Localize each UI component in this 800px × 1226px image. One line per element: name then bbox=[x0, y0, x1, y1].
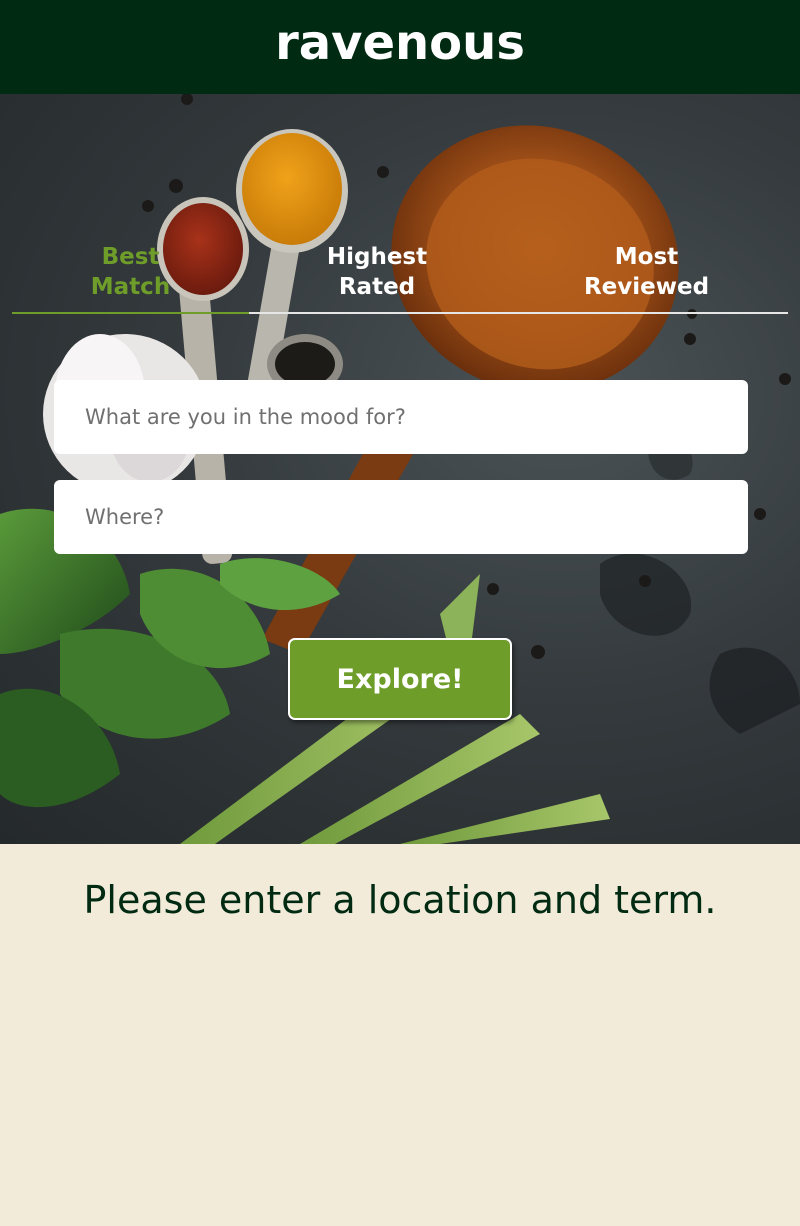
status-message: Please enter a location and term. bbox=[83, 878, 717, 922]
tab-highest-rated[interactable]: Highest Rated bbox=[249, 239, 505, 314]
search-term-input[interactable] bbox=[54, 380, 748, 454]
tab-best-match[interactable]: Best Match bbox=[12, 239, 249, 314]
app-header: ravenous bbox=[0, 0, 800, 94]
tab-most-reviewed[interactable]: Most Reviewed bbox=[505, 239, 788, 314]
app-logo: ravenous bbox=[275, 15, 525, 71]
explore-button[interactable]: Explore! bbox=[288, 638, 512, 720]
tab-label: Best Match bbox=[90, 244, 171, 300]
hero-background-image bbox=[0, 94, 800, 844]
tab-label: Most Reviewed bbox=[583, 244, 710, 300]
search-hero: Best Match Highest Rated Most Reviewed E… bbox=[0, 94, 800, 844]
location-input[interactable] bbox=[54, 480, 748, 554]
sort-tabs: Best Match Highest Rated Most Reviewed bbox=[12, 239, 788, 314]
tab-label: Highest Rated bbox=[326, 244, 428, 300]
